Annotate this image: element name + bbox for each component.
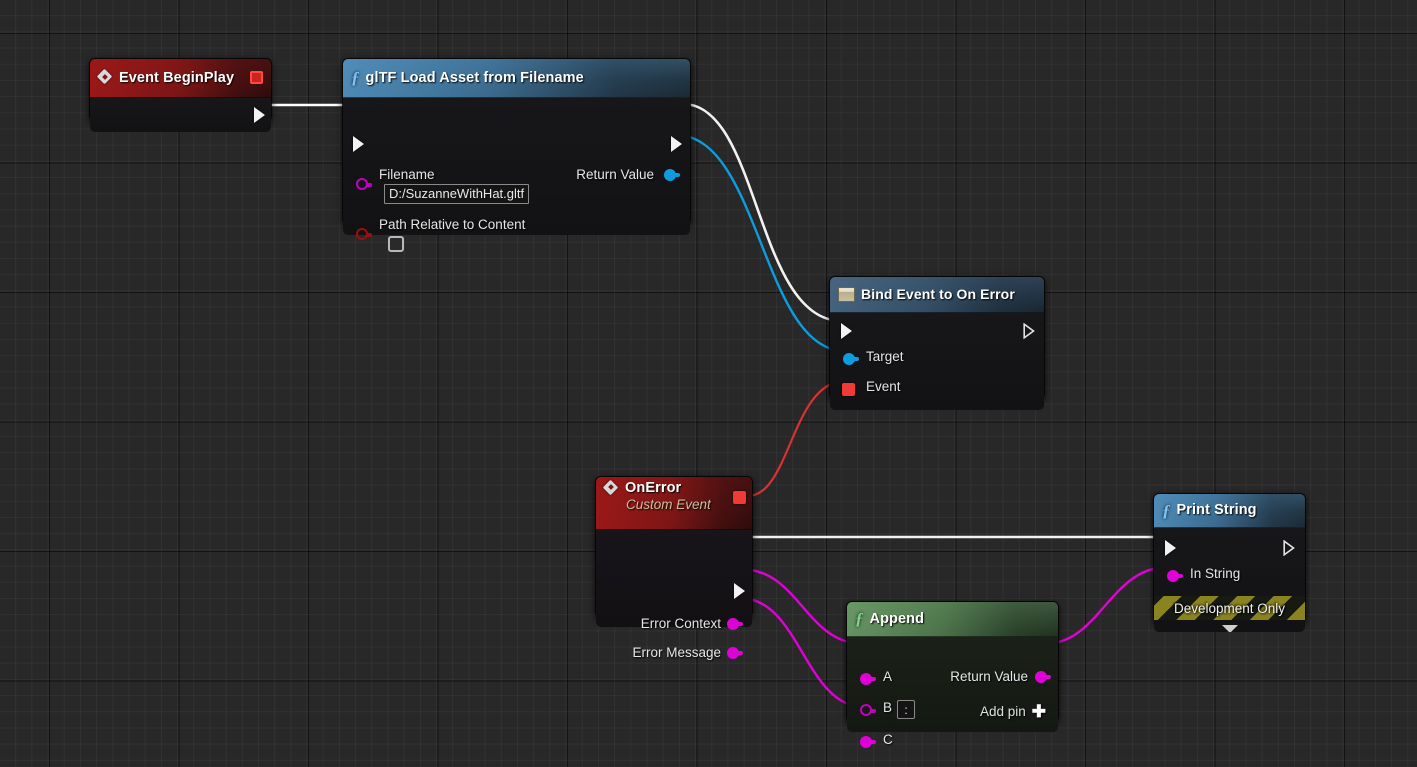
input-pin-filename[interactable] bbox=[356, 178, 368, 190]
output-label-return-value: Return Value bbox=[576, 167, 654, 182]
exec-out-pin-on-error[interactable] bbox=[734, 583, 745, 599]
node-body-bind-event: Target Event bbox=[830, 313, 1044, 410]
output-label-error-context: Error Context bbox=[641, 616, 721, 631]
input-label-filename: Filename bbox=[379, 167, 435, 182]
node-title-on-error: OnError bbox=[625, 480, 681, 496]
input-label-c: C bbox=[883, 732, 893, 747]
bind-event-icon bbox=[838, 287, 855, 302]
input-label-b: B bbox=[883, 700, 892, 715]
output-label-error-message: Error Message bbox=[632, 645, 721, 660]
output-pin-error-message[interactable] bbox=[727, 647, 739, 659]
output-label-append-return-value: Return Value bbox=[950, 669, 1028, 684]
delegate-square-icon[interactable] bbox=[250, 71, 263, 84]
node-title-bind-event: Bind Event to On Error bbox=[861, 286, 1015, 302]
node-body-print-string: In String Development Only bbox=[1154, 528, 1305, 632]
exec-in-pin-bind-event[interactable] bbox=[841, 323, 852, 339]
node-print-string[interactable]: ƒ Print String In String Development Onl… bbox=[1153, 493, 1306, 623]
node-title-gltf-load: glTF Load Asset from Filename bbox=[366, 70, 584, 86]
node-title-event-begin-play: Event BeginPlay bbox=[119, 70, 234, 86]
exec-out-pin-print-string[interactable] bbox=[1283, 540, 1295, 556]
input-pin-a[interactable] bbox=[860, 673, 872, 685]
node-event-begin-play[interactable]: Event BeginPlay bbox=[89, 58, 272, 122]
exec-in-pin-print-string[interactable] bbox=[1165, 540, 1176, 556]
node-header-bind-event[interactable]: Bind Event to On Error bbox=[830, 277, 1044, 313]
append-b-text-input[interactable]: : bbox=[897, 700, 915, 719]
node-body-event-begin-play bbox=[90, 98, 271, 132]
output-pin-return-value[interactable] bbox=[664, 169, 676, 181]
input-pin-target[interactable] bbox=[843, 353, 855, 365]
exec-in-pin-gltf-load[interactable] bbox=[353, 136, 364, 152]
function-f-icon: ƒ bbox=[855, 610, 864, 627]
node-header-gltf-load[interactable]: ƒ glTF Load Asset from Filename bbox=[343, 59, 690, 98]
event-diamond-icon bbox=[604, 481, 619, 496]
development-only-label: Development Only bbox=[1174, 601, 1285, 616]
node-header-append[interactable]: ƒ Append bbox=[847, 602, 1058, 637]
chevron-down-icon[interactable] bbox=[1222, 625, 1238, 632]
node-title-print-string: Print String bbox=[1177, 502, 1257, 518]
function-f-icon: ƒ bbox=[1162, 502, 1171, 519]
input-label-a: A bbox=[883, 669, 892, 684]
exec-out-pin-gltf-load[interactable] bbox=[671, 136, 682, 152]
input-label-event: Event bbox=[866, 379, 901, 394]
path-relative-checkbox[interactable] bbox=[388, 236, 404, 252]
output-pin-append-return-value[interactable] bbox=[1035, 671, 1047, 683]
event-diamond-icon bbox=[98, 70, 113, 85]
input-label-in-string: In String bbox=[1190, 566, 1240, 581]
input-pin-in-string[interactable] bbox=[1167, 570, 1179, 582]
input-label-path-relative: Path Relative to Content bbox=[379, 217, 525, 232]
function-f-icon: ƒ bbox=[351, 69, 360, 86]
wire-gltf-exec-to-bind bbox=[683, 104, 842, 321]
node-body-append: A B : C Return Value Add pin ✚ bbox=[847, 637, 1058, 732]
output-pin-error-context[interactable] bbox=[727, 618, 739, 630]
add-pin-label: Add pin bbox=[980, 704, 1026, 719]
node-append[interactable]: ƒ Append A B : C Return Value Add pin ✚ bbox=[846, 601, 1059, 723]
node-subtitle-on-error: Custom Event bbox=[626, 497, 711, 512]
filename-text-input[interactable]: D:/SuzanneWithHat.gltf bbox=[384, 184, 529, 204]
node-body-gltf-load: Filename D:/SuzanneWithHat.gltf Path Rel… bbox=[343, 98, 690, 235]
input-pin-b[interactable] bbox=[860, 704, 872, 716]
node-on-error[interactable]: OnError Custom Event Error Context Error… bbox=[595, 476, 753, 618]
node-body-on-error: Error Context Error Message bbox=[596, 530, 752, 627]
wire-returnvalue-to-target bbox=[676, 135, 845, 351]
node-title-append: Append bbox=[870, 611, 925, 627]
node-header-on-error[interactable]: OnError Custom Event bbox=[596, 477, 752, 530]
node-gltf-load-asset[interactable]: ƒ glTF Load Asset from Filename Filename… bbox=[342, 58, 691, 225]
node-bind-event-to-on-error[interactable]: Bind Event to On Error Target Event bbox=[829, 276, 1045, 400]
development-only-strip: Development Only bbox=[1154, 596, 1305, 620]
exec-out-pin-begin-play[interactable] bbox=[254, 107, 265, 123]
exec-out-pin-bind-event[interactable] bbox=[1023, 323, 1035, 339]
blueprint-graph-canvas[interactable]: Event BeginPlay ƒ glTF Load Asset from F… bbox=[0, 0, 1417, 767]
input-pin-event[interactable] bbox=[842, 383, 855, 396]
add-pin-button[interactable]: Add pin ✚ bbox=[980, 703, 1046, 720]
input-pin-c[interactable] bbox=[860, 736, 872, 748]
plus-icon[interactable]: ✚ bbox=[1032, 703, 1046, 720]
node-header-event-begin-play[interactable]: Event BeginPlay bbox=[90, 59, 271, 98]
node-header-print-string[interactable]: ƒ Print String bbox=[1154, 494, 1305, 528]
wire-append-return-to-instring bbox=[1044, 567, 1168, 644]
input-pin-path-relative[interactable] bbox=[356, 228, 368, 240]
input-label-target: Target bbox=[866, 349, 904, 364]
